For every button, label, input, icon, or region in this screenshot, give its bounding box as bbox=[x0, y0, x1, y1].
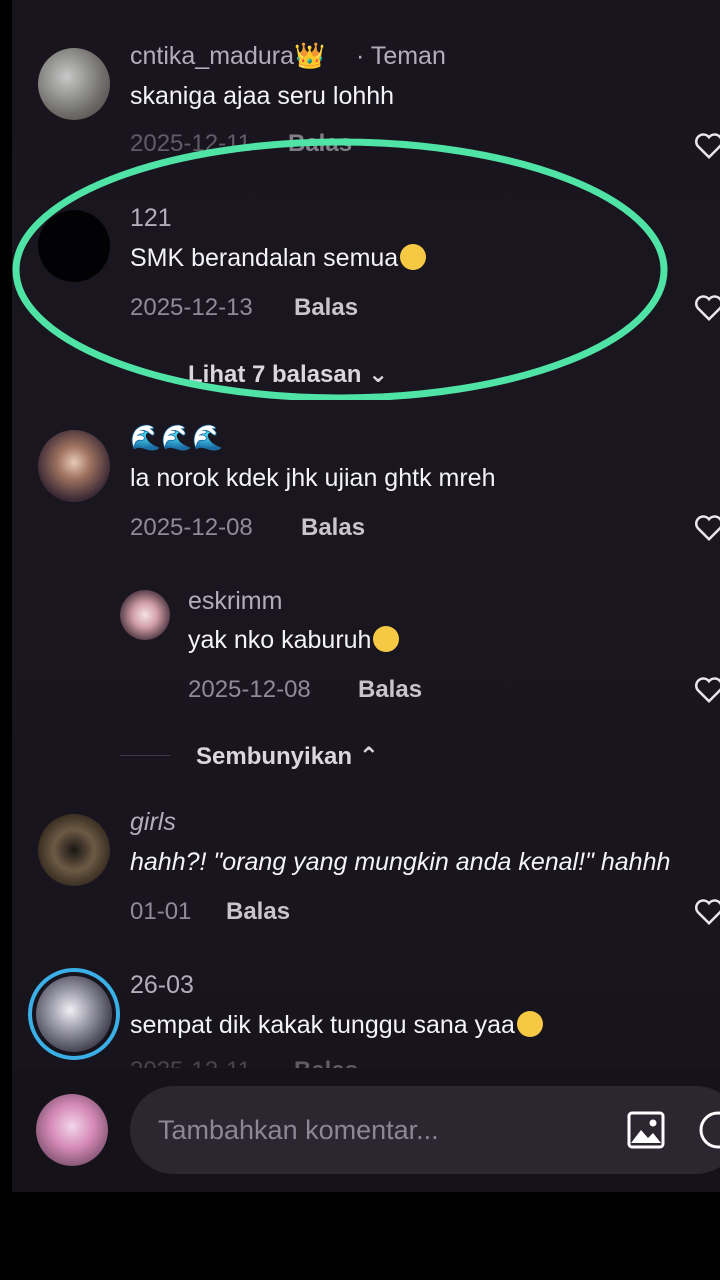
reply-button[interactable]: Balas bbox=[226, 898, 290, 926]
emoji-icon[interactable] bbox=[698, 1110, 720, 1150]
avatar[interactable] bbox=[38, 814, 110, 886]
avatar[interactable] bbox=[38, 430, 110, 502]
comment-input-bar bbox=[12, 1068, 720, 1192]
comment-username[interactable]: eskrimm bbox=[188, 587, 282, 616]
comment-date: 01-01 bbox=[130, 898, 192, 925]
avatar bbox=[36, 976, 112, 1052]
crying-emoji-icon bbox=[373, 626, 400, 652]
heart-icon[interactable] bbox=[694, 676, 720, 704]
chevron-up-icon: ⌃ bbox=[358, 743, 379, 770]
comment-text: sempat dik kakak tunggu sana yaa bbox=[130, 1011, 543, 1040]
heart-icon[interactable] bbox=[694, 514, 720, 542]
reply-button[interactable]: Balas bbox=[358, 676, 422, 704]
my-avatar[interactable] bbox=[36, 1094, 108, 1166]
comments-screen: cntika_madura👑 · Teman skaniga ajaa seru… bbox=[12, 0, 720, 1192]
comment-text: la norok kdek jhk ujian ghtk mreh bbox=[130, 464, 496, 492]
comment-text: yak nko kaburuh bbox=[188, 626, 400, 655]
comment-date: 2025-12-08 bbox=[130, 514, 253, 541]
highlight-ellipse bbox=[12, 138, 668, 400]
reply-button[interactable]: Balas bbox=[301, 514, 365, 542]
comment-text: hahh?! "orang yang mungkin anda kenal!" … bbox=[130, 848, 671, 876]
avatar-story-ring[interactable] bbox=[28, 968, 120, 1060]
comment-date: 2025-12-08 bbox=[188, 676, 311, 703]
kiss-emoji-icon bbox=[516, 1011, 543, 1037]
avatar[interactable] bbox=[120, 590, 170, 640]
comment-username[interactable]: 26-03 bbox=[130, 971, 194, 1000]
divider bbox=[120, 755, 170, 756]
comment-username[interactable]: girls bbox=[130, 808, 176, 837]
comment-username[interactable]: 🌊🌊🌊 bbox=[130, 424, 223, 453]
image-icon[interactable] bbox=[626, 1110, 666, 1150]
heart-icon[interactable] bbox=[694, 898, 720, 926]
hide-replies-button[interactable]: Sembunyikan ⌃ bbox=[196, 742, 379, 771]
